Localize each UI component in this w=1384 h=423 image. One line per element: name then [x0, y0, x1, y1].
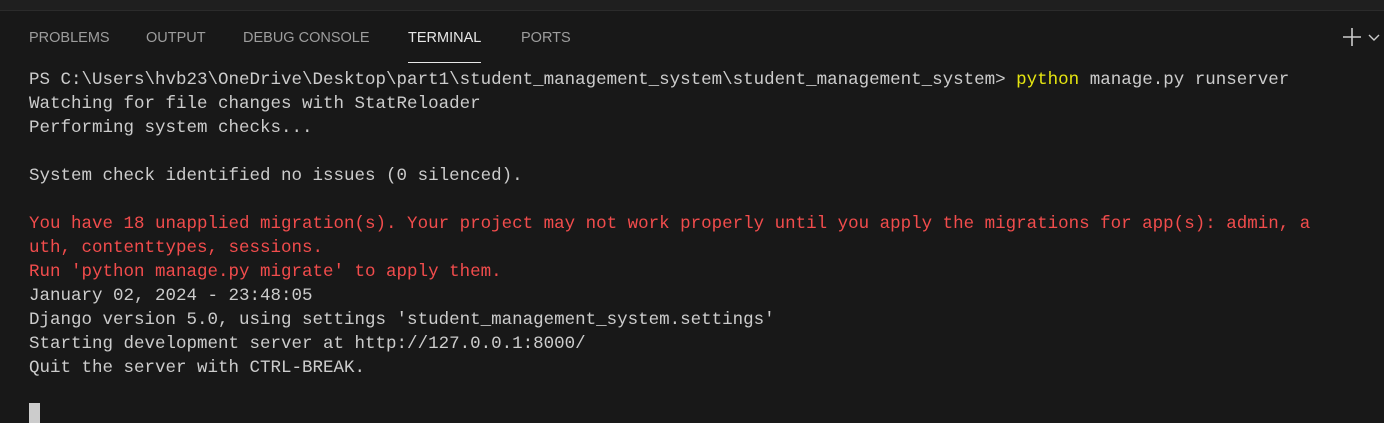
output-line: Quit the server with CTRL-BREAK.: [29, 358, 366, 378]
prompt-path: PS C:\Users\hvb23\OneDrive\Desktop\part1…: [29, 70, 1017, 90]
warning-line: uth, contenttypes, sessions.: [29, 238, 324, 258]
output-line: Watching for file changes with StatReloa…: [29, 94, 481, 114]
tab-output[interactable]: OUTPUT: [146, 11, 206, 63]
panel-tab-bar: PROBLEMS OUTPUT DEBUG CONSOLE TERMINAL P…: [0, 11, 1384, 63]
warning-line: Run 'python manage.py migrate' to apply …: [29, 262, 502, 282]
plus-icon: [1343, 28, 1361, 46]
output-line: January 02, 2024 - 23:48:05: [29, 286, 313, 306]
command-line: PS C:\Users\hvb23\OneDrive\Desktop\part1…: [29, 68, 1379, 92]
command-name: python: [1016, 70, 1080, 90]
active-tab-indicator: [408, 62, 482, 63]
terminal-output[interactable]: PS C:\Users\hvb23\OneDrive\Desktop\part1…: [29, 68, 1379, 380]
tab-ports[interactable]: PORTS: [521, 11, 571, 63]
tab-debug-console-label: DEBUG CONSOLE: [243, 30, 370, 46]
new-terminal-button[interactable]: [1339, 25, 1365, 49]
warning-line: You have 18 unapplied migration(s). Your…: [29, 214, 1311, 234]
tab-debug-console[interactable]: DEBUG CONSOLE: [243, 11, 370, 63]
chevron-down-icon: [1368, 34, 1380, 41]
tab-problems[interactable]: PROBLEMS: [29, 11, 110, 63]
command-args: manage.py runserver: [1079, 70, 1290, 90]
output-line: Starting development server at http://12…: [29, 334, 586, 354]
output-line: System check identified no issues (0 sil…: [29, 166, 523, 186]
tab-ports-label: PORTS: [521, 30, 571, 46]
terminal-cursor: [29, 403, 40, 423]
launch-profile-button[interactable]: [1366, 25, 1382, 49]
tab-terminal-label: TERMINAL: [408, 30, 482, 46]
tab-output-label: OUTPUT: [146, 30, 206, 46]
output-line: Performing system checks...: [29, 118, 313, 138]
tab-problems-label: PROBLEMS: [29, 30, 110, 46]
editor-top-border: [0, 0, 1384, 11]
tab-terminal[interactable]: TERMINAL: [408, 11, 482, 63]
output-line: Django version 5.0, using settings 'stud…: [29, 310, 775, 330]
